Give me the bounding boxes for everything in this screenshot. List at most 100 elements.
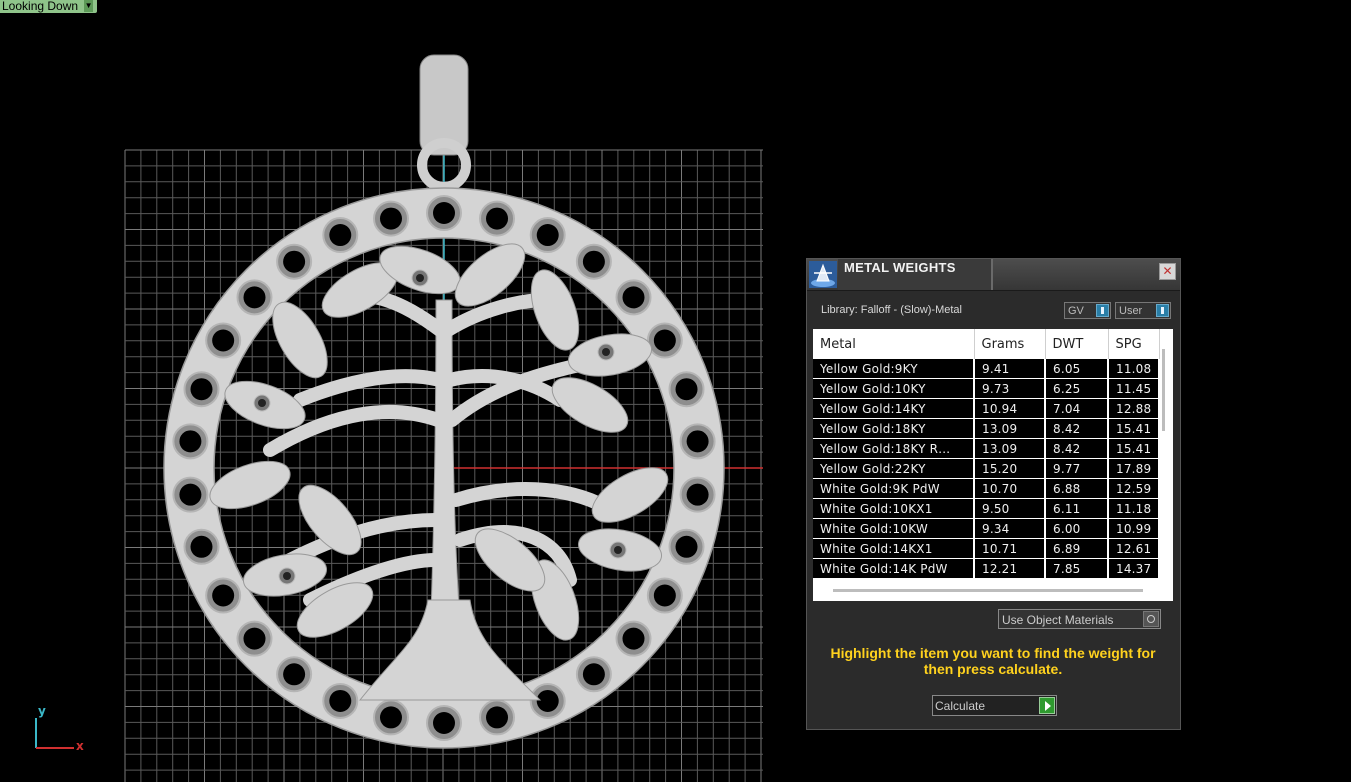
instruction-text: Highlight the item you want to find the … — [830, 645, 1156, 677]
cell-metal: Yellow Gold:9KY — [813, 359, 975, 379]
stone-hole — [243, 627, 266, 650]
cell-grams: 13.09 — [974, 438, 1046, 459]
cell-spg: 14.37 — [1108, 558, 1160, 579]
stone-hole — [686, 430, 709, 453]
view-name-label[interactable]: Looking Down ▼ — [0, 0, 98, 13]
cell-dwt: 6.00 — [1045, 518, 1109, 539]
cell-dwt: 6.11 — [1045, 498, 1109, 519]
close-icon[interactable]: ✕ — [1159, 263, 1176, 280]
toggle-switch-icon[interactable] — [1156, 304, 1169, 317]
cell-metal: Yellow Gold:22KY — [813, 458, 975, 479]
stone-hole — [433, 202, 455, 224]
gv-toggle-label: GV — [1068, 305, 1084, 317]
metal-table-container[interactable]: Metal Grams DWT SPG Yellow Gold:9KY 9.41 6… — [813, 329, 1173, 601]
stone-hole — [379, 706, 402, 729]
vertical-scrollbar[interactable] — [1162, 349, 1165, 431]
table-row[interactable]: Yellow Gold:9KY 9.41 6.05 11.08 — [813, 359, 1160, 379]
stone-hole — [622, 286, 645, 309]
stone-hole — [212, 584, 235, 607]
table-row[interactable]: White Gold:9K PdW 10.70 6.88 12.59 — [813, 478, 1160, 499]
column-header-metal[interactable]: Metal — [813, 329, 975, 359]
column-header-dwt[interactable]: DWT — [1045, 329, 1109, 359]
table-row[interactable]: White Gold:14K PdW 12.21 7.85 14.37 — [813, 558, 1160, 579]
cell-grams: 9.41 — [974, 359, 1046, 379]
play-arrow-icon[interactable] — [1039, 697, 1055, 714]
table-row[interactable]: White Gold:10KX1 9.50 6.11 11.18 — [813, 498, 1160, 519]
horizontal-scrollbar[interactable] — [833, 589, 1143, 592]
table-row[interactable]: Yellow Gold:18KY 13.09 8.42 15.41 — [813, 418, 1160, 439]
stone-hole — [486, 207, 509, 230]
stone-hole — [675, 535, 698, 558]
cell-dwt: 6.89 — [1045, 538, 1109, 559]
cell-grams: 15.20 — [974, 458, 1046, 479]
user-toggle[interactable]: User — [1115, 302, 1171, 319]
axis-y-label: y — [38, 704, 46, 718]
stone-hole — [212, 329, 235, 352]
gv-toggle[interactable]: GV — [1064, 302, 1111, 319]
stone-hole — [582, 250, 605, 273]
cell-dwt: 6.25 — [1045, 378, 1109, 399]
cell-grams: 9.73 — [974, 378, 1046, 399]
cell-spg: 11.08 — [1108, 359, 1160, 379]
cell-metal: White Gold:14K PdW — [813, 558, 975, 579]
table-row[interactable]: Yellow Gold:14KY 10.94 7.04 12.88 — [813, 398, 1160, 419]
cell-dwt: 9.77 — [1045, 458, 1109, 479]
cell-dwt: 7.85 — [1045, 558, 1109, 579]
cell-grams: 9.34 — [974, 518, 1046, 539]
cell-metal: Yellow Gold:18KY — [813, 418, 975, 439]
leaf-stone-hole — [602, 348, 610, 356]
stone-hole — [536, 689, 559, 712]
stone-hole — [622, 627, 645, 650]
metal-weights-table: Metal Grams DWT SPG Yellow Gold:9KY 9.41 6… — [813, 329, 1160, 579]
leaf-stone-hole — [283, 572, 291, 580]
radio-button-icon[interactable] — [1143, 611, 1159, 627]
stone-hole — [379, 207, 402, 230]
cell-metal: White Gold:9K PdW — [813, 478, 975, 499]
stone-hole — [190, 535, 213, 558]
panel-title: METAL WEIGHTS — [844, 260, 956, 275]
table-row[interactable]: White Gold:14KX1 10.71 6.89 12.61 — [813, 538, 1160, 559]
stone-hole — [675, 378, 698, 401]
cell-spg: 11.45 — [1108, 378, 1160, 399]
stone-hole — [179, 483, 202, 506]
toggle-switch-icon[interactable] — [1096, 304, 1109, 317]
table-row[interactable]: White Gold:10KW 9.34 6.00 10.99 — [813, 518, 1160, 539]
cell-grams: 9.50 — [974, 498, 1046, 519]
cell-metal: Yellow Gold:18KY R… — [813, 438, 975, 459]
table-row[interactable]: Yellow Gold:10KY 9.73 6.25 11.45 — [813, 378, 1160, 399]
table-row[interactable]: Yellow Gold:18KY R… 13.09 8.42 15.41 — [813, 438, 1160, 459]
leaf-stone-hole — [416, 274, 424, 282]
leaf-stone-hole — [614, 546, 622, 554]
cell-metal: White Gold:14KX1 — [813, 538, 975, 559]
stone-hole — [190, 378, 213, 401]
cell-dwt: 7.04 — [1045, 398, 1109, 419]
cell-metal: White Gold:10KX1 — [813, 498, 975, 519]
calculate-button[interactable]: Calculate — [932, 695, 1057, 716]
cell-spg: 12.88 — [1108, 398, 1160, 419]
tree-roots — [358, 599, 542, 701]
cell-grams: 10.94 — [974, 398, 1046, 419]
cell-dwt: 8.42 — [1045, 418, 1109, 439]
stone-hole — [283, 250, 306, 273]
scale-logo-icon — [809, 261, 837, 288]
table-row[interactable]: Yellow Gold:22KY 15.20 9.77 17.89 — [813, 458, 1160, 479]
library-label: Library: Falloff - (Slow)-Metal — [821, 304, 962, 316]
cell-spg: 10.99 — [1108, 518, 1160, 539]
column-header-spg[interactable]: SPG — [1108, 329, 1160, 359]
use-object-materials-label: Use Object Materials — [1002, 613, 1114, 627]
calculate-button-label: Calculate — [935, 699, 986, 713]
stone-hole — [283, 663, 306, 686]
cell-grams: 10.70 — [974, 478, 1046, 499]
panel-header[interactable]: METAL WEIGHTS ✕ — [807, 259, 1180, 291]
cell-dwt: 6.05 — [1045, 359, 1109, 379]
cell-metal: White Gold:10KW — [813, 518, 975, 539]
cell-grams: 10.71 — [974, 538, 1046, 559]
cell-spg: 15.41 — [1108, 438, 1160, 459]
cell-metal: Yellow Gold:10KY — [813, 378, 975, 399]
stone-hole — [486, 706, 509, 729]
use-object-materials-option[interactable]: Use Object Materials — [998, 609, 1161, 629]
cell-dwt: 6.88 — [1045, 478, 1109, 499]
stone-hole — [686, 483, 709, 506]
view-dropdown-arrow-icon[interactable]: ▼ — [84, 0, 94, 12]
column-header-grams[interactable]: Grams — [974, 329, 1046, 359]
